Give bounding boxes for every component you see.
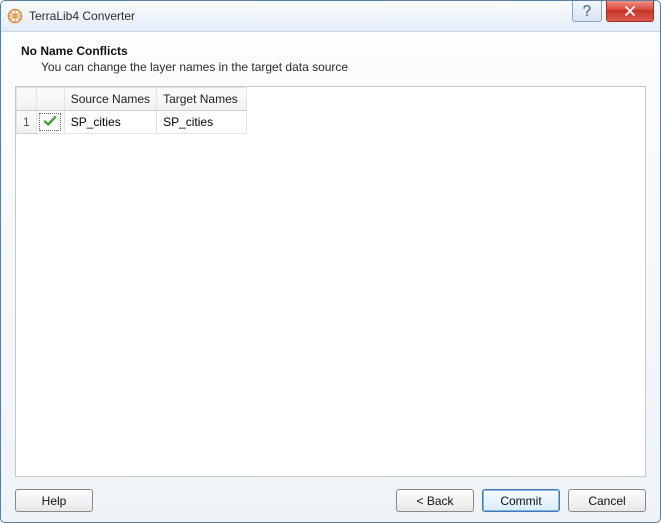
source-name-cell[interactable]: SP_cities [64, 111, 156, 134]
names-table[interactable]: Source Names Target Names 1 [16, 87, 247, 134]
help-button-footer[interactable]: Help [15, 489, 93, 512]
close-button[interactable] [606, 1, 654, 22]
app-icon [7, 8, 23, 24]
names-table-panel: Source Names Target Names 1 [15, 86, 646, 477]
check-icon [43, 115, 57, 130]
button-bar: Help < Back Commit Cancel [15, 477, 646, 512]
table-row[interactable]: 1 SP_cities SP_cities [17, 111, 247, 134]
cancel-button[interactable]: Cancel [568, 489, 646, 512]
status-cell [36, 111, 64, 134]
commit-button[interactable]: Commit [482, 489, 560, 512]
heading-title: No Name Conflicts [21, 44, 642, 58]
title-controls [572, 1, 660, 31]
target-name-cell[interactable]: SP_cities [157, 111, 247, 134]
heading-subtitle: You can change the layer names in the ta… [21, 60, 642, 74]
window-title: TerraLib4 Converter [29, 9, 135, 23]
help-button[interactable] [572, 1, 602, 22]
titlebar: TerraLib4 Converter [1, 1, 660, 32]
dialog-window: TerraLib4 Converter No Name Conflicts Yo… [0, 0, 661, 523]
col-source-header[interactable]: Source Names [64, 88, 156, 111]
col-status-header [36, 88, 64, 111]
col-target-header[interactable]: Target Names [157, 88, 247, 111]
dialog-body: No Name Conflicts You can change the lay… [1, 32, 660, 522]
row-number: 1 [17, 111, 37, 134]
page-heading: No Name Conflicts You can change the lay… [15, 44, 646, 82]
back-button[interactable]: < Back [396, 489, 474, 512]
table-corner [17, 88, 37, 111]
